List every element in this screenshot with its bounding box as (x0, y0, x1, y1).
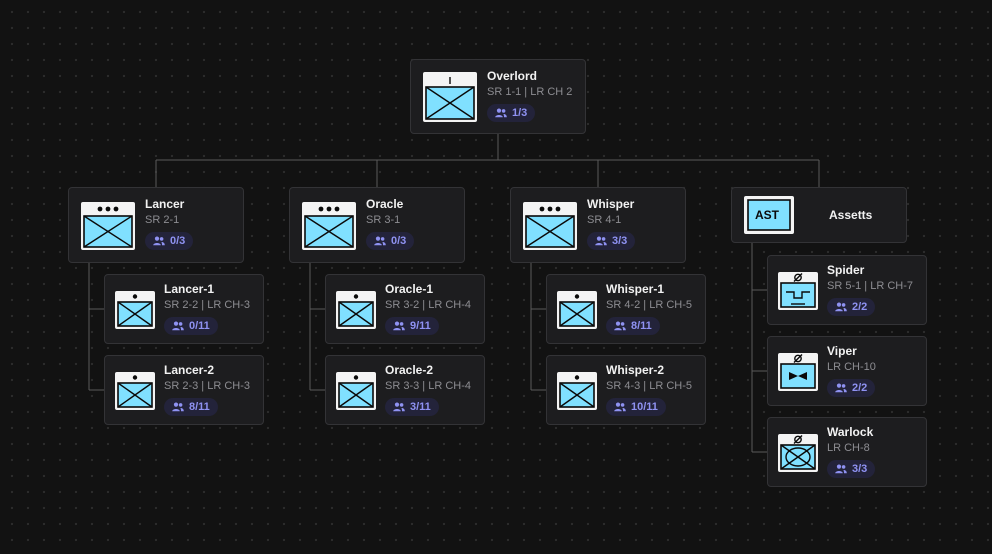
squad-symbol-icon (336, 291, 376, 334)
platoon-symbol-icon (81, 202, 135, 255)
member-count: 3/11 (410, 401, 431, 413)
users-icon (835, 383, 847, 393)
asset-symbol-icon: AST (744, 196, 794, 239)
node-subtitle: SR 3-1 (366, 214, 401, 226)
node-subtitle: SR 3-2 | LR CH-4 (385, 299, 471, 311)
node-oracle-1[interactable]: Oracle-1 SR 3-2 | LR CH-4 9/11 (325, 274, 485, 344)
node-viper[interactable]: Viper LR CH-10 2/2 (767, 336, 927, 406)
member-count-badge: 8/11 (606, 317, 660, 335)
node-title: Lancer-2 (164, 363, 215, 377)
node-title: Whisper (587, 197, 635, 211)
member-count: 3/3 (612, 235, 628, 247)
armor-symbol-icon (778, 434, 818, 477)
member-count-badge: 3/3 (827, 460, 876, 478)
node-title: Whisper-1 (606, 282, 665, 296)
node-lancer[interactable]: Lancer SR 2-1 0/3 (68, 187, 244, 263)
squad-symbol-icon (557, 291, 597, 334)
member-count-badge: 9/11 (385, 317, 439, 335)
squad-symbol-icon (557, 372, 597, 415)
users-icon (495, 108, 507, 118)
node-subtitle: SR 4-2 | LR CH-5 (606, 299, 692, 311)
platoon-symbol-icon (523, 202, 577, 255)
users-icon (393, 321, 405, 331)
member-count-badge: 1/3 (487, 104, 536, 122)
node-spider[interactable]: Spider SR 5-1 | LR CH-7 2/2 (767, 255, 927, 325)
node-title: Oracle-2 (385, 363, 434, 377)
node-title: Assetts (829, 208, 873, 222)
member-count: 8/11 (189, 401, 210, 413)
node-title: Lancer (145, 197, 185, 211)
squad-symbol-icon (115, 291, 155, 334)
node-lancer-1[interactable]: Lancer-1 SR 2-2 | LR CH-3 0/11 (104, 274, 264, 344)
member-count: 10/11 (631, 401, 658, 413)
node-title: Oracle (366, 197, 404, 211)
node-oracle-2[interactable]: Oracle-2 SR 3-3 | LR CH-4 3/11 (325, 355, 485, 425)
member-count: 8/11 (631, 320, 652, 332)
node-subtitle: LR CH-8 (827, 442, 870, 454)
node-title: Oracle-1 (385, 282, 434, 296)
node-subtitle: SR 4-1 (587, 214, 622, 226)
users-icon (153, 236, 165, 246)
node-warlock[interactable]: Warlock LR CH-8 3/3 (767, 417, 927, 487)
node-whisper-1[interactable]: Whisper-1 SR 4-2 | LR CH-5 8/11 (546, 274, 706, 344)
node-title: Warlock (827, 425, 874, 439)
users-icon (835, 302, 847, 312)
member-count-badge: 0/3 (145, 232, 194, 250)
member-count-badge: 2/2 (827, 298, 876, 316)
node-title: Viper (827, 344, 857, 358)
squad-symbol-icon (336, 372, 376, 415)
node-subtitle: SR 1-1 | LR CH 2 (487, 86, 573, 98)
platoon-symbol-icon (302, 202, 356, 255)
node-oracle[interactable]: Oracle SR 3-1 0/3 (289, 187, 465, 263)
member-count: 0/11 (189, 320, 210, 332)
users-icon (172, 402, 184, 412)
node-subtitle: SR 2-3 | LR CH-3 (164, 380, 250, 392)
node-subtitle: SR 2-2 | LR CH-3 (164, 299, 250, 311)
member-count: 2/2 (852, 382, 868, 394)
node-whisper-2[interactable]: Whisper-2 SR 4-3 | LR CH-5 10/11 (546, 355, 706, 425)
member-count: 3/3 (852, 463, 868, 475)
squad-symbol-icon (115, 372, 155, 415)
users-icon (393, 402, 405, 412)
node-assetts[interactable]: AST Assetts (731, 187, 907, 243)
node-title: Whisper-2 (606, 363, 665, 377)
member-count: 1/3 (512, 107, 528, 119)
org-chart-canvas: Overlord SR 1-1 | LR CH 2 1/3 Lancer SR 2-1 0… (0, 0, 992, 554)
node-title: Lancer-1 (164, 282, 215, 296)
member-count-badge: 0/3 (366, 232, 415, 250)
member-count: 0/3 (391, 235, 407, 247)
member-count-badge: 10/11 (606, 398, 666, 416)
users-icon (614, 402, 626, 412)
member-count-badge: 3/3 (587, 232, 636, 250)
users-icon (614, 321, 626, 331)
headquarters-symbol-icon (423, 72, 477, 127)
users-icon (374, 236, 386, 246)
node-subtitle: SR 5-1 | LR CH-7 (827, 280, 913, 292)
member-count-badge: 2/2 (827, 379, 876, 397)
svg-text:AST: AST (755, 208, 780, 222)
node-overlord[interactable]: Overlord SR 1-1 | LR CH 2 1/3 (410, 59, 586, 134)
node-subtitle: LR CH-10 (827, 361, 876, 373)
users-icon (595, 236, 607, 246)
member-count: 0/3 (170, 235, 186, 247)
node-subtitle: SR 3-3 | LR CH-4 (385, 380, 471, 392)
drone-symbol-icon (778, 353, 818, 396)
member-count-badge: 3/11 (385, 398, 439, 416)
member-count: 2/2 (852, 301, 868, 313)
member-count-badge: 8/11 (164, 398, 218, 416)
node-subtitle: SR 4-3 | LR CH-5 (606, 380, 692, 392)
users-icon (172, 321, 184, 331)
node-title: Spider (827, 263, 865, 277)
member-count-badge: 0/11 (164, 317, 218, 335)
node-title: Overlord (487, 69, 538, 83)
node-whisper[interactable]: Whisper SR 4-1 3/3 (510, 187, 686, 263)
member-count: 9/11 (410, 320, 431, 332)
users-icon (835, 464, 847, 474)
uav-symbol-icon (778, 272, 818, 315)
node-subtitle: SR 2-1 (145, 214, 180, 226)
node-lancer-2[interactable]: Lancer-2 SR 2-3 | LR CH-3 8/11 (104, 355, 264, 425)
